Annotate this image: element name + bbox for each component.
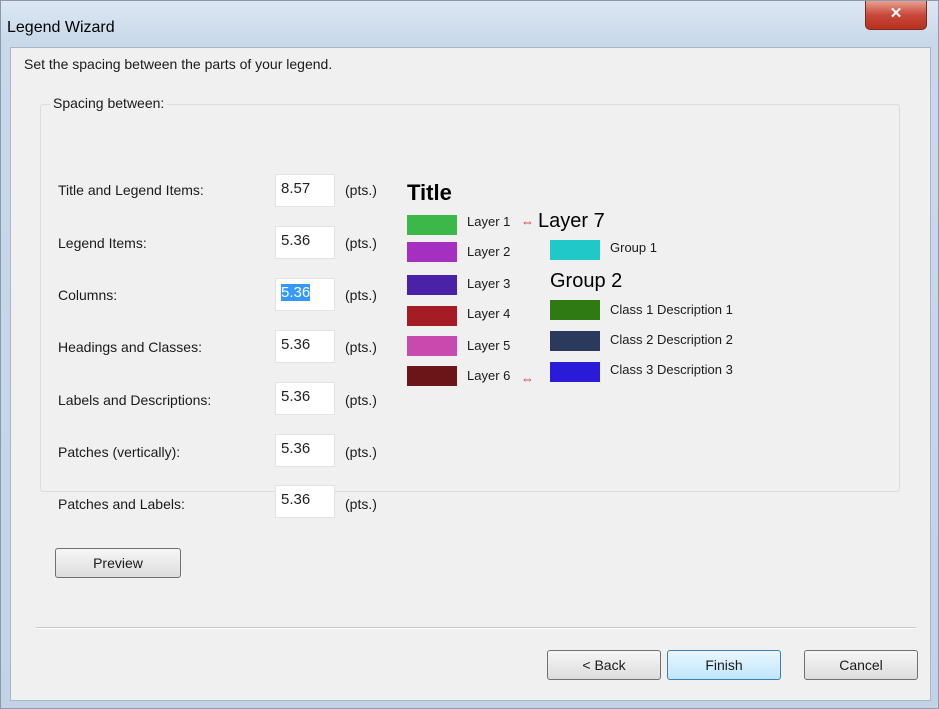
- patches-labels-spacing-input[interactable]: 5.36: [275, 485, 335, 518]
- preview-button[interactable]: Preview: [55, 548, 181, 578]
- row-unit: (pts.): [345, 287, 377, 303]
- layer-6-label: Layer 6: [467, 368, 511, 383]
- legend-preview-title: Title: [407, 180, 452, 205]
- title-items-spacing-input[interactable]: 8.57: [275, 174, 335, 207]
- layer-6-patch: [407, 366, 457, 386]
- row-unit: (pts.): [345, 496, 377, 512]
- layer-2-label: Layer 2: [467, 244, 511, 259]
- selected-text: 5.36: [281, 284, 311, 301]
- row-label-labels-descriptions: Labels and Descriptions:: [58, 392, 212, 408]
- layer-4-label: Layer 4: [467, 306, 511, 321]
- group-1-label: Group 1: [610, 240, 657, 255]
- row-unit: (pts.): [345, 235, 377, 251]
- legend-items-spacing-input[interactable]: 5.36: [275, 226, 335, 259]
- layer-2-patch: [407, 242, 457, 262]
- columns-spacing-input[interactable]: 5.36: [275, 278, 335, 311]
- spacing-arrow-icon: ⇔: [521, 214, 534, 229]
- layer-5-label: Layer 5: [467, 338, 511, 353]
- row-label-headings-classes: Headings and Classes:: [58, 339, 202, 355]
- layer-3-label: Layer 3: [467, 276, 511, 291]
- row-unit: (pts.): [345, 182, 377, 198]
- row-unit: (pts.): [345, 392, 377, 408]
- layer-1-label: Layer 1: [467, 214, 511, 229]
- finish-button[interactable]: Finish: [667, 650, 781, 680]
- title-bar: Legend Wizard ✕: [1, 1, 938, 36]
- class-2-patch: [550, 331, 600, 351]
- cancel-button[interactable]: Cancel: [804, 650, 918, 680]
- layer-4-patch: [407, 306, 457, 326]
- row-label-title-items: Title and Legend Items:: [58, 182, 204, 198]
- layer-5-patch: [407, 336, 457, 356]
- row-unit: (pts.): [345, 339, 377, 355]
- headings-classes-spacing-input[interactable]: 5.36: [275, 330, 335, 363]
- row-label-legend-items: Legend Items:: [58, 235, 147, 251]
- footer-separator: [36, 627, 916, 629]
- close-button[interactable]: ✕: [865, 1, 927, 30]
- instruction-text: Set the spacing between the parts of you…: [24, 56, 333, 72]
- row-unit: (pts.): [345, 444, 377, 460]
- spacing-groupbox: [40, 104, 900, 492]
- row-label-patches-vertical: Patches (vertically):: [58, 444, 181, 460]
- window-title: Legend Wizard: [7, 19, 115, 36]
- class-3-patch: [550, 362, 600, 382]
- row-label-columns: Columns:: [58, 287, 118, 303]
- class-2-label: Class 2 Description 2: [610, 332, 733, 347]
- back-button[interactable]: < Back: [547, 650, 661, 680]
- class-1-patch: [550, 300, 600, 320]
- patches-vertical-spacing-input[interactable]: 5.36: [275, 434, 335, 467]
- group-2-heading: Group 2: [550, 270, 623, 292]
- groupbox-label: Spacing between:: [50, 95, 168, 111]
- class-1-label: Class 1 Description 1: [610, 302, 733, 317]
- layer-7-heading: Layer 7: [538, 210, 605, 232]
- group-1-patch: [550, 240, 600, 260]
- class-3-label: Class 3 Description 3: [610, 362, 733, 377]
- spacing-arrow-icon: ⇔: [521, 371, 534, 386]
- row-label-patches-labels: Patches and Labels:: [58, 496, 185, 512]
- layer-1-patch: [407, 215, 457, 235]
- layer-3-patch: [407, 275, 457, 295]
- labels-descriptions-spacing-input[interactable]: 5.36: [275, 382, 335, 415]
